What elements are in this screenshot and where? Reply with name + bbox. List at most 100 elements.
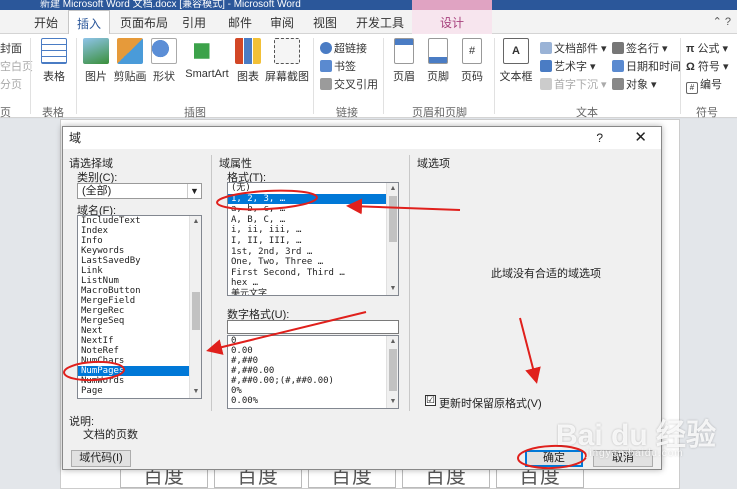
number-format-item[interactable]: #,##0 <box>228 356 398 366</box>
close-icon[interactable]: ✕ <box>634 127 647 149</box>
textbox-button[interactable]: A 文本框 <box>496 38 536 84</box>
format-item[interactable]: 1, 2, 3, … <box>228 193 398 205</box>
clipart-icon <box>117 38 143 64</box>
cover-page-button[interactable]: 封面 <box>0 40 22 56</box>
field-name-item[interactable]: NextIf <box>78 336 201 346</box>
object-button[interactable]: 对象 ▾ <box>612 76 657 92</box>
group-label-links: 链接 <box>336 107 358 119</box>
tab-view[interactable]: 视图 <box>313 14 337 31</box>
tab-references[interactable]: 引用 <box>182 14 206 31</box>
field-name-item[interactable]: IncludeText <box>78 216 201 226</box>
number-list-scrollbar[interactable]: ▲ ▼ <box>386 336 398 408</box>
number-format-item[interactable]: 0 <box>228 336 398 346</box>
screenshot-icon <box>274 38 300 64</box>
format-item[interactable]: One, Two, Three … <box>228 257 398 268</box>
table-button[interactable]: 表格 <box>34 38 74 84</box>
number-format-list[interactable]: 0 0.00 #,##0 #,##0.00 #,##0.00;(#,##0.00) 0% 0… <box>227 335 399 409</box>
scroll-up-icon[interactable]: ▲ <box>387 336 398 348</box>
cross-reference-button[interactable]: 交叉引用 <box>320 76 378 92</box>
number-format-item[interactable]: #,##0.00;(#,##0.00) <box>228 376 398 386</box>
wordart-button[interactable]: 艺术字 ▾ <box>540 58 596 74</box>
number-format-input[interactable] <box>227 320 399 334</box>
chart-button[interactable]: 图表 <box>228 38 268 84</box>
field-name-item[interactable]: NumWords <box>78 376 201 386</box>
field-name-item[interactable]: MergeField <box>78 296 201 306</box>
scroll-down-icon[interactable]: ▼ <box>387 283 398 295</box>
number-format-item[interactable]: 0.00 <box>228 346 398 356</box>
number-format-item[interactable]: #,##0.00 <box>228 366 398 376</box>
bookmark-button[interactable]: 书签 <box>320 58 356 74</box>
tab-mailings[interactable]: 邮件 <box>228 14 252 31</box>
tab-insert[interactable]: 插入 <box>68 10 111 35</box>
screenshot-button[interactable]: 屏幕截图 <box>264 38 310 84</box>
tab-design[interactable]: 设计 <box>440 14 464 31</box>
field-name-item[interactable]: Link <box>78 266 201 276</box>
category-select[interactable]: (全部) ▼ <box>77 183 202 199</box>
quick-parts-button[interactable]: 文档部件 ▾ <box>540 40 607 56</box>
field-list-scrollbar[interactable]: ▲ ▼ <box>189 216 201 398</box>
number-format-item[interactable]: 0.00% <box>228 396 398 406</box>
scroll-up-icon[interactable]: ▲ <box>387 183 398 195</box>
signature-line-button[interactable]: 签名行 ▾ <box>612 40 668 56</box>
field-name-item[interactable]: MergeSeq <box>78 316 201 326</box>
number-format-item[interactable]: 0% <box>228 386 398 396</box>
format-list[interactable]: (无) 1, 2, 3, … a, b, c, … A, B, C, … i, ii, … <box>227 182 399 296</box>
drop-cap-button[interactable]: 首字下沉 ▾ <box>540 76 607 92</box>
scroll-thumb[interactable] <box>192 292 200 330</box>
scroll-thumb[interactable] <box>389 349 397 391</box>
format-item[interactable]: I, II, III, … <box>228 236 398 247</box>
tab-page-layout[interactable]: 页面布局 <box>120 14 168 31</box>
field-codes-button[interactable]: 域代码(I) <box>71 450 131 467</box>
scroll-down-icon[interactable]: ▼ <box>190 386 201 398</box>
format-item[interactable]: (无) <box>228 183 398 194</box>
tab-developer[interactable]: 开发工具 <box>356 14 404 31</box>
equation-button[interactable]: π 公式 ▾ <box>686 40 728 56</box>
field-name-item[interactable]: Keywords <box>78 246 201 256</box>
field-name-item[interactable]: LastSavedBy <box>78 256 201 266</box>
tab-review[interactable]: 审阅 <box>270 14 294 31</box>
field-name-item[interactable]: MergeRec <box>78 306 201 316</box>
shapes-button[interactable]: 形状 <box>144 38 184 84</box>
calendar-icon <box>612 60 624 72</box>
tab-home[interactable]: 开始 <box>34 14 58 31</box>
field-name-item[interactable]: Info <box>78 236 201 246</box>
page-break-button[interactable]: 分页 <box>0 76 22 92</box>
format-list-scrollbar[interactable]: ▲ ▼ <box>386 183 398 295</box>
group-label-text: 文本 <box>576 107 598 119</box>
format-item[interactable]: 美元文字 <box>228 289 398 295</box>
symbol-button[interactable]: Ω 符号 ▾ <box>686 58 728 74</box>
collapse-ribbon-icon[interactable]: ⌃ ? <box>713 15 731 28</box>
date-time-button[interactable]: 日期和时间 <box>612 58 681 74</box>
scroll-up-icon[interactable]: ▲ <box>190 216 201 228</box>
format-item[interactable]: 1st, 2nd, 3rd … <box>228 247 398 258</box>
help-icon[interactable]: ? <box>596 127 603 149</box>
shapes-icon <box>151 38 177 64</box>
scroll-down-icon[interactable]: ▼ <box>387 396 398 408</box>
page-number-button[interactable]: # 页码 <box>452 38 492 84</box>
smartart-button[interactable]: SmartArt <box>184 38 230 80</box>
blank-page-button[interactable]: 空白页 <box>0 58 33 74</box>
scroll-thumb[interactable] <box>389 196 397 242</box>
format-item[interactable]: a, b, c, … <box>228 204 398 215</box>
field-names-list[interactable]: IncludeText Index Info Keywords LastSavedBy L… <box>77 215 202 399</box>
hyperlink-button[interactable]: 超链接 <box>320 40 367 56</box>
number-button[interactable]: # 编号 <box>686 76 722 94</box>
format-item[interactable]: i, ii, iii, … <box>228 225 398 236</box>
format-item[interactable]: A, B, C, … <box>228 215 398 226</box>
field-name-item[interactable]: ListNum <box>78 276 201 286</box>
field-name-item[interactable]: MacroButton <box>78 286 201 296</box>
field-name-item[interactable]: Next <box>78 326 201 336</box>
format-item[interactable]: hex … <box>228 278 398 289</box>
field-name-item[interactable]: NoteRef <box>78 346 201 356</box>
table-icon <box>41 38 67 64</box>
preserve-format-checkbox[interactable]: ☑ <box>425 395 436 406</box>
wordart-icon <box>540 60 552 72</box>
format-item[interactable]: First Second, Third … <box>228 268 398 279</box>
field-name-item[interactable]: NumPages <box>78 366 201 376</box>
field-name-item[interactable]: Page <box>78 386 201 396</box>
dialog-title: 域 <box>69 131 82 145</box>
omega-icon: Ω <box>686 61 695 73</box>
field-name-item[interactable]: NumChars <box>78 356 201 366</box>
chevron-down-icon[interactable]: ▼ <box>187 184 201 198</box>
field-name-item[interactable]: Index <box>78 226 201 236</box>
